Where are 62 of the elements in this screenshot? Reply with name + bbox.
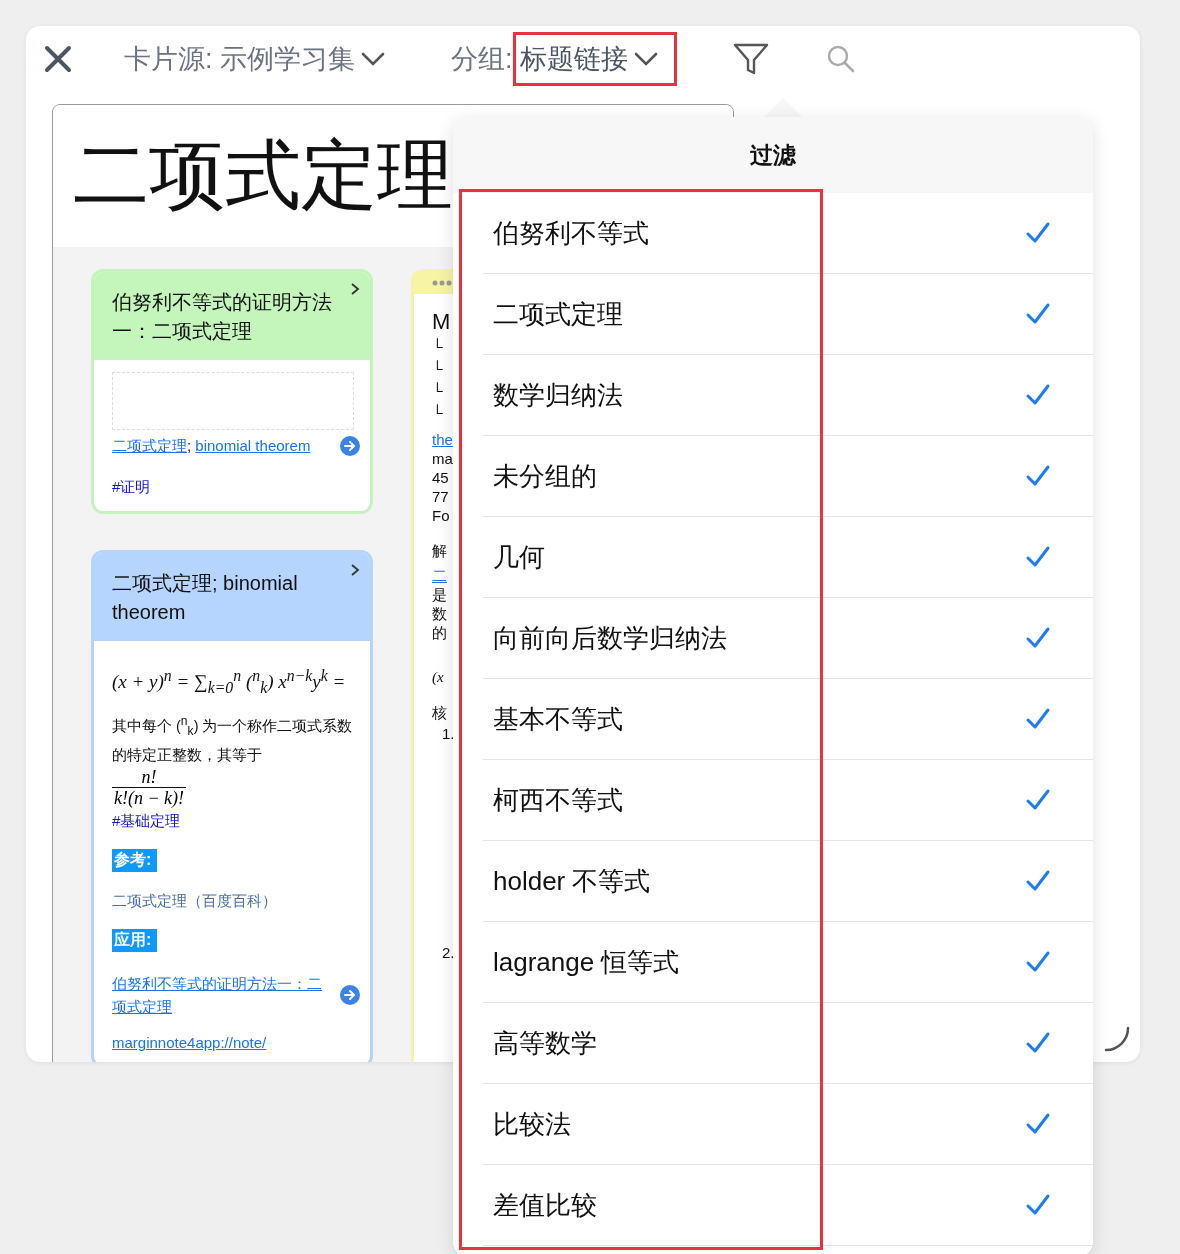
card-text: └	[432, 403, 444, 423]
card-text: 77	[432, 487, 450, 506]
close-icon[interactable]	[44, 45, 72, 73]
group-label: 分组:	[451, 43, 513, 76]
section-label: 参考:	[112, 848, 158, 872]
loading-spinner-icon	[1104, 1026, 1130, 1052]
hashtag[interactable]: #证明	[112, 478, 360, 497]
filter-option[interactable]: 数学归纳法	[483, 355, 1093, 436]
math-formula: (x + y)$^{n}$ = ∑$_{k=0}$$^{n}$ ($^{n}$$_{k}$) x$^{n−k}$y$^{k}$ =	[112, 667, 347, 698]
chevron-right-icon[interactable]	[350, 563, 360, 577]
card-text: └	[432, 337, 444, 357]
card-text: 的	[432, 623, 448, 642]
card-title: 二项式定理; binomial theorem	[112, 572, 298, 623]
filter-option[interactable]: 未分组的	[483, 436, 1093, 517]
filter-option[interactable]: 二项式定理	[483, 274, 1093, 355]
dots-icon[interactable]	[432, 280, 452, 286]
definition-text: 其中每个 ($^{n}$$_{k}$) 为一个称作二项式系数的特定正整数，其等于	[112, 713, 354, 765]
card-text: ma	[432, 449, 454, 468]
section-label: 应用:	[112, 928, 158, 952]
card-text: 数	[432, 604, 448, 623]
reference-text: 二项式定理（百度百科）	[112, 891, 278, 911]
hashtag[interactable]: #基础定理	[112, 811, 360, 831]
card-text: 解	[432, 541, 448, 560]
document-title: 二项式定理	[73, 130, 453, 219]
card-text: Fo	[432, 506, 451, 525]
filter-option[interactable]: 差值比较	[483, 1165, 1093, 1246]
note-card[interactable]	[91, 550, 373, 1062]
note-card[interactable]: 伯努利不等式的证明方法一：二项式定理 二项式定理; binomial theorem #证明	[91, 269, 373, 514]
card-text: 2.	[441, 943, 456, 962]
card-text: (x	[432, 668, 445, 687]
filter-option[interactable]: 几何	[483, 517, 1093, 598]
popover-title: 过滤	[750, 140, 796, 170]
card-text: 45	[432, 468, 450, 487]
filter-option[interactable]: 比较法	[483, 1084, 1093, 1165]
group-dropdown[interactable]: 标题链接	[512, 32, 677, 86]
filter-option[interactable]: 基本不等式	[483, 679, 1093, 760]
filter-option[interactable]: holder 不等式	[483, 841, 1093, 922]
card-text: └	[432, 359, 444, 379]
card-text: 核	[432, 703, 448, 722]
note-link[interactable]: 伯努利不等式的证明方法一：二项式定理	[112, 971, 330, 1018]
card-text: 是	[432, 585, 448, 604]
filter-option[interactable]: 柯西不等式	[483, 760, 1093, 841]
linked-titles: 二项式定理; binomial theorem	[112, 436, 311, 456]
chevron-down-icon	[633, 52, 658, 66]
filter-icon[interactable]	[732, 43, 769, 75]
arrow-circle-icon[interactable]	[340, 436, 360, 456]
title-link[interactable]: binomial theorem	[195, 436, 311, 454]
filter-option[interactable]: 伯努利不等式	[483, 193, 1093, 274]
title-link[interactable]: 二项式定理	[112, 436, 187, 454]
filter-option[interactable]: 向前向后数学归纳法	[483, 598, 1093, 679]
filter-option[interactable]: 高等数学	[483, 1003, 1093, 1084]
card-text: └	[432, 381, 444, 401]
fraction-formula: n! k!(n − k)!	[112, 766, 187, 808]
card-text: 1.	[441, 724, 456, 743]
filter-option[interactable]: lagrange 恒等式	[483, 922, 1093, 1003]
card-title: 伯努利不等式的证明方法一：二项式定理	[112, 291, 332, 342]
arrow-circle-icon[interactable]	[340, 984, 360, 1005]
chevron-down-icon	[361, 52, 385, 66]
url-link[interactable]: marginnote4app://note/	[112, 1033, 360, 1051]
card-source-dropdown[interactable]: 卡片源: 示例学习集	[124, 41, 385, 77]
chevron-right-icon[interactable]	[350, 282, 360, 296]
card-text: M	[432, 308, 452, 336]
